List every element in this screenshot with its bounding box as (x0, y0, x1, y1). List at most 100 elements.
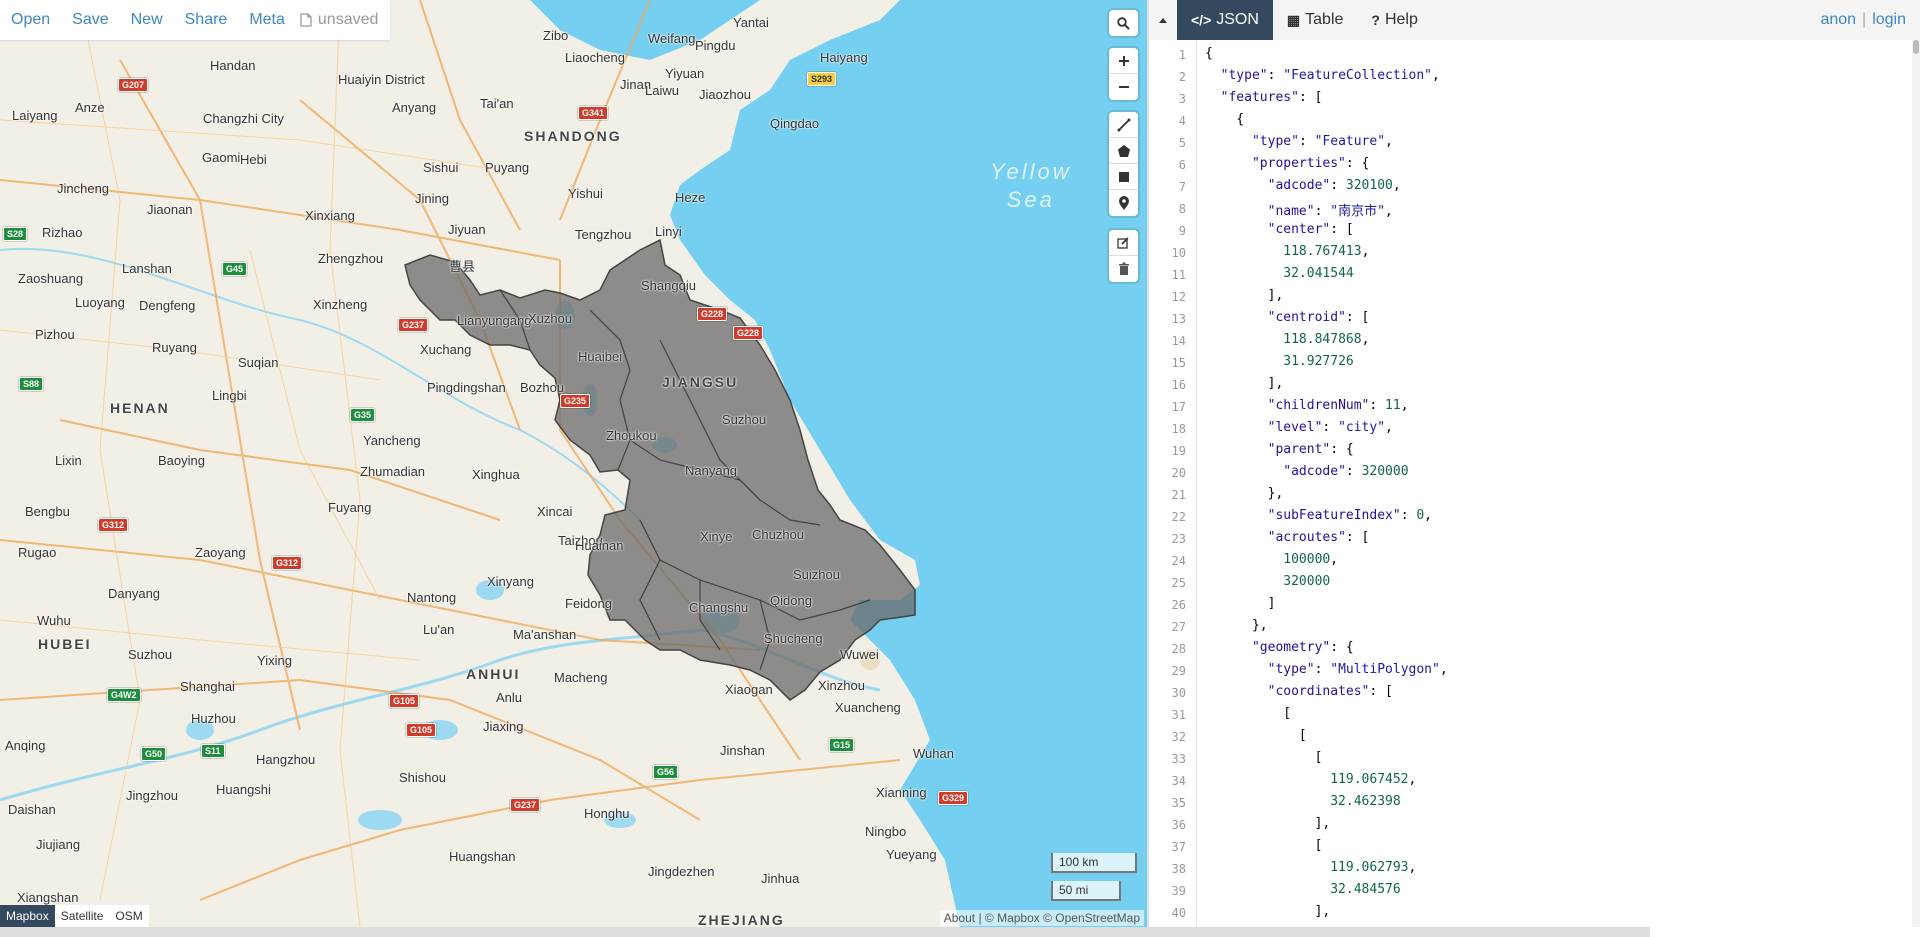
city-label: Wuwei (840, 647, 879, 662)
page-horizontal-scrollbar[interactable] (0, 927, 1650, 937)
city-label: Lu'an (423, 622, 455, 637)
save-status-label: unsaved (317, 11, 379, 28)
city-label: Suzhou (722, 412, 767, 427)
city-label: Jincheng (57, 181, 110, 196)
code-line: "geometry": { (1251, 640, 1354, 655)
code-line: "coordinates": [ (1267, 684, 1393, 699)
code-line: "features": [ (1220, 90, 1323, 105)
city-label: Hebi (240, 152, 267, 167)
editor-scrollbar-thumb[interactable] (1913, 40, 1919, 54)
layer-osm[interactable]: OSM (109, 905, 148, 927)
tab-json[interactable]: </> JSON (1177, 0, 1273, 40)
city-label: Wuhan (913, 746, 954, 761)
zoom-out-button[interactable] (1109, 74, 1138, 100)
city-label: Shucheng (764, 631, 823, 646)
label-zhejiang: ZHEJIANG (698, 912, 785, 927)
editor-scrollbar[interactable] (1912, 40, 1920, 927)
map-attribution[interactable]: About | © Mapbox © OpenStreetMap (939, 910, 1144, 926)
city-label: Fuyang (328, 500, 372, 515)
city-label: Bengbu (25, 504, 70, 519)
tab-help[interactable]: ? Help (1357, 0, 1431, 40)
zoom-out-icon (1118, 86, 1129, 88)
city-label: Yancheng (363, 433, 421, 448)
login-link[interactable]: login (1872, 11, 1906, 29)
edit-button[interactable] (1109, 230, 1138, 256)
city-label: Pingdingshan (427, 380, 506, 395)
city-label: Huaiyin District (338, 72, 425, 87)
city-label: Macheng (554, 670, 608, 685)
city-label: Xincai (537, 504, 573, 519)
line-number: 8 (1178, 202, 1186, 216)
search-button[interactable] (1109, 10, 1138, 36)
code-line: [ (1205, 750, 1323, 765)
city-label: Anze (75, 100, 105, 115)
line-number: 40 (1171, 906, 1186, 920)
map-canvas[interactable]: SHANDONG JIANGSU HENAN ANHUI HUBEI ZHEJI… (0, 0, 1147, 927)
json-editor[interactable]: 1 2 3 4 5 6 7 8 9 10 11 12 13 14 15 16 17 18 19 20 21 22 23 24 2… (1149, 40, 1920, 927)
scale-mi: 50 mi (1051, 881, 1121, 901)
code-line: }, (1205, 486, 1284, 501)
line-number: 3 (1178, 92, 1186, 106)
collapse-panel-button[interactable] (1149, 0, 1177, 40)
trash-icon (1118, 262, 1129, 275)
code-line: }, (1205, 618, 1268, 633)
line-number: 2 (1178, 70, 1186, 84)
city-label: Jingdezhen (648, 864, 715, 879)
line-number: 23 (1171, 532, 1186, 546)
city-label: Qingdao (770, 116, 820, 131)
city-label: Xinye (700, 529, 733, 544)
city-label: Heze (675, 190, 706, 205)
draw-polygon-button[interactable] (1109, 138, 1138, 164)
city-label: Wuhu (37, 613, 71, 628)
layer-mapbox[interactable]: Mapbox (0, 905, 55, 927)
road-shield: S11 (201, 744, 225, 758)
draw-marker-button[interactable] (1109, 190, 1138, 216)
open-button[interactable]: Open (0, 0, 61, 40)
line-number: 30 (1171, 686, 1186, 700)
line-number: 37 (1171, 840, 1186, 854)
share-button[interactable]: Share (174, 0, 239, 40)
city-label: Nantong (407, 590, 457, 605)
tab-table[interactable]: ▦ Table (1273, 0, 1357, 40)
anon-link[interactable]: anon (1820, 11, 1856, 29)
delete-button[interactable] (1109, 256, 1138, 282)
label-yellow-sea: Yellow Sea (990, 158, 1072, 214)
city-label: Jinhua (761, 871, 800, 886)
city-label: Ningbo (865, 824, 907, 839)
layer-satellite[interactable]: Satellite (55, 905, 110, 927)
new-button[interactable]: New (120, 0, 174, 40)
city-label: Liaocheng (565, 50, 625, 65)
line-number: 15 (1171, 356, 1186, 370)
label-hubei: HUBEI (38, 636, 92, 652)
city-label: Haiyang (820, 50, 868, 65)
city-label: Zhumadian (360, 464, 426, 479)
zoom-in-icon (1118, 55, 1129, 66)
user-menu: anon | login (1820, 0, 1906, 40)
save-button[interactable]: Save (61, 0, 119, 40)
zoom-in-button[interactable] (1109, 48, 1138, 74)
city-label: Baoying (158, 453, 205, 468)
search-icon (1117, 16, 1130, 30)
road-shield: G237 (510, 798, 541, 812)
line-number: 26 (1171, 598, 1186, 612)
code-line: { (1205, 46, 1213, 61)
line-icon (1117, 118, 1130, 131)
draw-line-button[interactable] (1109, 112, 1138, 138)
code-line: "properties": { (1251, 156, 1370, 171)
road-shield: G235 (560, 394, 591, 408)
meta-button[interactable]: Meta (238, 0, 296, 40)
city-label: Jiaonan (147, 202, 193, 217)
city-label: Yishui (568, 186, 603, 201)
city-label: Danyang (108, 586, 161, 601)
city-label: Rugao (18, 545, 57, 560)
city-label: Dengfeng (139, 298, 196, 313)
draw-rectangle-button[interactable] (1109, 164, 1138, 190)
road-shield: G341 (578, 106, 609, 120)
city-label: Lanshan (122, 261, 172, 276)
road-shield: G105 (406, 723, 437, 737)
layer-switcher: Mapbox Satellite OSM (0, 905, 149, 927)
road-shield: G207 (118, 78, 149, 92)
road-shield: G237 (398, 318, 429, 332)
code-line: "childrenNum": 11, (1267, 398, 1409, 413)
line-number: 38 (1171, 862, 1186, 876)
